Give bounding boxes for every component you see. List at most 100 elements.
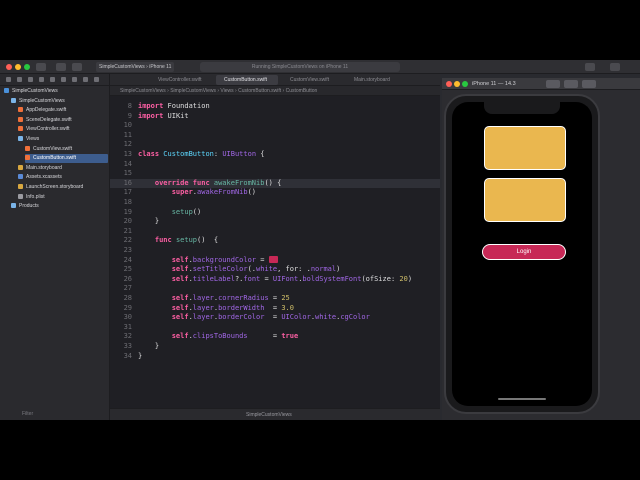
login-button[interactable]: Login xyxy=(482,244,566,260)
code-line[interactable]: 24 self.backgroundColor = xyxy=(110,255,440,266)
storyboard-icon xyxy=(18,164,23,170)
filter-field[interactable]: Filter xyxy=(2,410,106,418)
minimize-window-button[interactable] xyxy=(15,64,21,70)
jump-bar[interactable]: SimpleCustomViews › SimpleCustomViews › … xyxy=(110,86,440,96)
scheme-label: SimpleCustomViews xyxy=(99,64,145,70)
tree-item-label: SimpleCustomViews xyxy=(19,97,65,104)
code-line[interactable]: 26 self.titleLabel?.font = UIFont.boldSy… xyxy=(110,275,440,285)
debug-target-label: SimpleCustomViews xyxy=(246,412,292,418)
source-control-icon[interactable] xyxy=(17,77,22,82)
symbol-icon[interactable] xyxy=(28,77,33,82)
custom-view-1 xyxy=(484,126,566,170)
sim-zoom-button[interactable] xyxy=(462,81,468,87)
home-icon[interactable] xyxy=(564,80,578,88)
debug-icon[interactable] xyxy=(72,77,77,82)
code-line[interactable]: 10 xyxy=(110,121,440,131)
tab-viewcontroller[interactable]: ViewController.swift xyxy=(150,75,210,85)
code-line[interactable]: 21 xyxy=(110,227,440,237)
tree-item[interactable]: SceneDelegate.swift xyxy=(18,116,108,125)
line-number: 8 xyxy=(127,102,132,110)
scheme-selector[interactable]: SimpleCustomViews › iPhone 11 xyxy=(96,62,175,72)
code-line[interactable]: 17 super.awakeFromNib() xyxy=(110,188,440,198)
tree-item[interactable]: LaunchScreen.storyboard xyxy=(18,183,108,192)
tree-item[interactable]: CustomView.swift xyxy=(25,145,108,154)
find-icon[interactable] xyxy=(39,77,44,82)
tree-item[interactable]: Products xyxy=(11,202,108,211)
run-icon[interactable] xyxy=(56,63,66,71)
issue-icon[interactable] xyxy=(50,77,55,82)
line-number: 21 xyxy=(123,226,132,235)
code-line[interactable]: 25 self.setTitleColor(.white, for: .norm… xyxy=(110,265,440,275)
code-line[interactable]: 15 xyxy=(110,169,440,179)
line-number: 22 xyxy=(123,236,132,245)
tree-item[interactable]: AppDelegate.swift xyxy=(18,106,108,115)
code-line[interactable]: 27 xyxy=(110,284,440,294)
code-line[interactable]: 32 self.clipsToBounds = true xyxy=(110,332,440,342)
code-editor[interactable]: 8 import Foundation 9 import UIKit 10 11 12 13 c… xyxy=(110,96,440,408)
code-line[interactable]: 28 self.layer.cornerRadius = 25 xyxy=(110,294,440,304)
line-number: 18 xyxy=(123,198,132,206)
tree-item-label: Products xyxy=(19,203,39,210)
tree-item[interactable]: Views xyxy=(18,135,108,144)
tree-item[interactable]: Main.storyboard xyxy=(18,164,108,173)
tree-item-label: CustomButton.swift xyxy=(33,155,77,162)
test-icon[interactable] xyxy=(61,77,66,82)
code-text: setup() xyxy=(171,207,202,216)
close-window-button[interactable] xyxy=(6,64,12,70)
tab-custombutton[interactable]: CustomButton.swift xyxy=(216,75,278,85)
notch xyxy=(484,102,560,114)
line-number: 19 xyxy=(123,207,132,216)
iphone-frame: Login xyxy=(444,94,600,414)
tab-bar: ViewController.swift CustomButton.swift … xyxy=(110,74,440,86)
zoom-window-button[interactable] xyxy=(24,64,30,70)
code-line[interactable]: 34} xyxy=(110,352,440,362)
sidebar-toggle-icon[interactable] xyxy=(36,63,46,71)
code-line[interactable]: 19 setup() xyxy=(110,208,440,218)
folder-icon[interactable] xyxy=(6,77,11,82)
tree-item[interactable]: SimpleCustomViews xyxy=(4,87,108,96)
code-line[interactable]: 8 import Foundation xyxy=(110,102,440,112)
phone-screen: Login xyxy=(452,102,592,406)
assets-icon xyxy=(18,174,23,180)
screenshot-icon[interactable] xyxy=(546,80,560,88)
line-number: 9 xyxy=(127,111,132,120)
line-number: 28 xyxy=(123,294,132,302)
line-number: 27 xyxy=(123,284,132,293)
sim-close-button[interactable] xyxy=(446,81,452,87)
code-line[interactable]: 22 func setup() { xyxy=(110,236,440,246)
code-line[interactable]: 33 } xyxy=(110,342,440,352)
code-line[interactable]: 13 class CustomButton: UIButton { xyxy=(110,150,440,160)
code-line[interactable]: 20 } xyxy=(110,217,440,227)
report-icon[interactable] xyxy=(94,77,99,82)
tree-item[interactable]: ViewController.swift xyxy=(18,125,108,134)
tree-item[interactable]: Assets.xcassets xyxy=(18,173,108,182)
line-number: 29 xyxy=(123,303,132,312)
code-line[interactable]: 12 xyxy=(110,140,440,150)
tree-item[interactable]: CustomButton.swift xyxy=(25,154,108,164)
folder-icon xyxy=(11,97,16,103)
code-line[interactable]: 31 xyxy=(110,323,440,333)
swift-file-icon xyxy=(18,126,23,132)
code-line[interactable]: 11 xyxy=(110,131,440,141)
code-line[interactable]: 29 self.layer.borderWidth = 3.0 xyxy=(110,304,440,314)
stop-icon[interactable] xyxy=(72,63,82,71)
breakpoint-icon[interactable] xyxy=(83,77,88,82)
code-line[interactable]: 9 import UIKit xyxy=(110,112,440,122)
tree-item-label: LaunchScreen.storyboard xyxy=(26,184,84,190)
code-line[interactable]: 30 self.layer.borderColor = UIColor.whit… xyxy=(110,313,440,323)
line-number: 20 xyxy=(123,217,132,226)
code-text: self.backgroundColor = xyxy=(138,255,278,266)
code-line[interactable]: 14 xyxy=(110,160,440,170)
tree-item[interactable]: SimpleCustomViews xyxy=(11,97,108,106)
tab-customview[interactable]: CustomView.swift xyxy=(282,75,342,85)
code-line[interactable]: 18 xyxy=(110,198,440,208)
tree-item[interactable]: Info.plist xyxy=(18,193,108,202)
library-icon[interactable] xyxy=(585,63,595,71)
rotate-icon[interactable] xyxy=(582,80,596,88)
tab-main-storyboard[interactable]: Main.storyboard xyxy=(346,75,406,85)
inspector-toggle-icon[interactable] xyxy=(610,63,620,71)
code-line[interactable]: 23 xyxy=(110,246,440,256)
sim-minimize-button[interactable] xyxy=(454,81,460,87)
toolbar: SimpleCustomViews › iPhone 11 Running Si… xyxy=(0,60,640,74)
code-line[interactable]: 16 override func awakeFromNib() { xyxy=(110,178,440,189)
